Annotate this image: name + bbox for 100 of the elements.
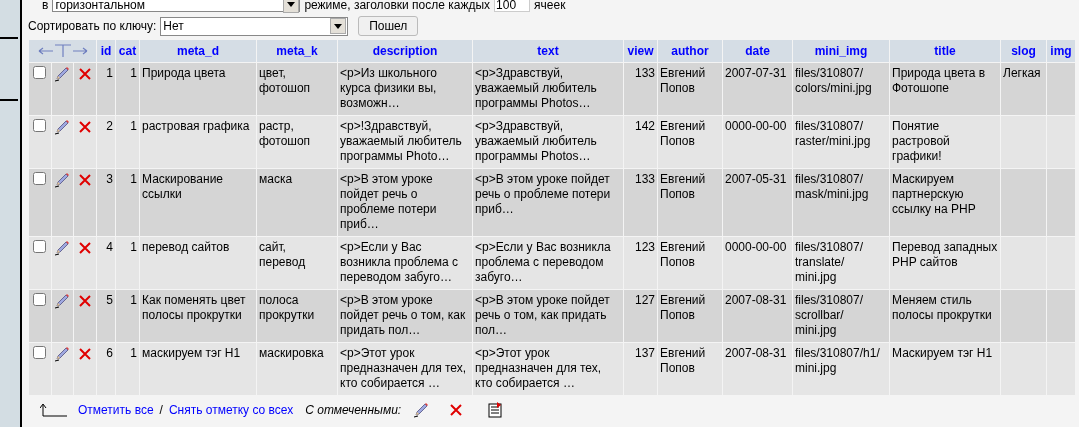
- table-cell: Маскирование ссылки: [140, 169, 256, 236]
- corner-arrow-icon: [40, 403, 68, 417]
- table-cell: 1: [97, 63, 115, 115]
- edit-icon[interactable]: [54, 66, 71, 82]
- table-cell: 2007-05-31: [723, 169, 792, 236]
- column-header[interactable]: text: [473, 40, 623, 62]
- with-selected-label: С отмеченными:: [305, 402, 402, 419]
- column-header[interactable]: cat: [116, 40, 139, 62]
- table-cell: растр, фотошоп: [257, 116, 337, 168]
- delete-icon[interactable]: [78, 241, 93, 255]
- export-icon[interactable]: [487, 402, 504, 418]
- edit-icon[interactable]: [413, 402, 430, 418]
- row-checkbox[interactable]: [33, 172, 47, 185]
- column-header[interactable]: title: [890, 40, 1000, 62]
- dropdown-button[interactable]: [330, 18, 347, 34]
- table-cell: 137: [624, 343, 657, 395]
- edit-icon[interactable]: [54, 293, 71, 309]
- row-checkbox[interactable]: [33, 66, 47, 79]
- column-header[interactable]: author: [658, 40, 722, 62]
- table-cell: 1: [116, 290, 139, 342]
- table-cell: растровая графика: [140, 116, 256, 168]
- mode-select[interactable]: горизонтальном: [52, 0, 301, 12]
- row-checkbox[interactable]: [33, 240, 47, 253]
- column-arrows-icon: [37, 44, 88, 58]
- uncheck-all-link[interactable]: Снять отметку со всех: [168, 401, 294, 419]
- table-cell: 0000-00-00: [723, 237, 792, 289]
- table-cell: <p>В этом уроке пойдет речь о проблеме потери приб…: [473, 169, 623, 236]
- caret-icon: [287, 2, 296, 7]
- table-cell: Перевод западных PHP сайтов: [890, 237, 1000, 289]
- delete-icon[interactable]: [78, 120, 93, 134]
- delete-icon[interactable]: [449, 403, 464, 417]
- edit-icon[interactable]: [54, 172, 71, 188]
- table-cell: 4: [97, 237, 115, 289]
- check-all-link[interactable]: Отметить все: [78, 401, 154, 419]
- table-cell: 1: [116, 63, 139, 115]
- table-cell: <p>Из школьного курса физики вы, возможн…: [338, 63, 472, 115]
- column-header[interactable]: meta_k: [257, 40, 337, 62]
- table-cell: files/310807/ translate/ mini.jpg: [793, 237, 889, 289]
- table-cell: 6: [97, 343, 115, 395]
- table-cell: <p>Этот урок предназначен для тех, кто собирается …: [338, 343, 472, 395]
- table-cell: 133: [624, 169, 657, 236]
- edit-icon[interactable]: [54, 346, 71, 362]
- column-header[interactable]: meta_d: [140, 40, 256, 62]
- table-cell: 2: [97, 116, 115, 168]
- table-cell: files/310807/ scrollbar/ mini.jpg: [793, 290, 889, 342]
- table-cell: Как поменять цвет полосы прокрутки: [140, 290, 256, 342]
- table-cell: 1: [116, 237, 139, 289]
- delete-icon[interactable]: [78, 173, 93, 187]
- table-cell: Евгений Попов: [658, 169, 722, 236]
- go-button[interactable]: Пошел: [358, 16, 419, 36]
- edit-icon[interactable]: [54, 240, 71, 256]
- table-cell: 1: [116, 169, 139, 236]
- delete-icon[interactable]: [78, 347, 93, 361]
- table-cell: маскируем тэг H1: [140, 343, 256, 395]
- table-cell: цвет, фотошоп: [257, 63, 337, 115]
- table-cell: Евгений Попов: [658, 290, 722, 342]
- table-cell: 5: [97, 290, 115, 342]
- table-cell: Природа цвета в Фотошопе: [890, 63, 1000, 115]
- column-header[interactable]: date: [723, 40, 792, 62]
- sort-select[interactable]: Нет: [160, 16, 349, 36]
- column-header[interactable]: slog: [1001, 40, 1046, 62]
- caret-icon: [334, 23, 343, 29]
- delete-icon[interactable]: [78, 67, 93, 81]
- repeat-text: ячеек: [534, 0, 566, 14]
- table-cell: 1: [116, 343, 139, 395]
- table-cell: Маскируем тэг H1: [890, 343, 1000, 395]
- table-cell: маскировка: [257, 343, 337, 395]
- row-checkbox[interactable]: [33, 119, 47, 132]
- table-cell: files/310807/ colors/mini.jpg: [793, 63, 889, 115]
- table-cell: <p>!Здравствуй, уважаемый любитель программы Photo…: [338, 116, 472, 168]
- table-cell: Евгений Попов: [658, 116, 722, 168]
- table-cell: <p>Если у Вас возникла проблема с переводом забуго…: [473, 237, 623, 289]
- table-cell: <p>В этом уроке пойдет речь о том, как придать пол…: [338, 290, 472, 342]
- table-cell: 2007-08-31: [723, 343, 792, 395]
- row-checkbox[interactable]: [33, 293, 47, 306]
- table-cell: сайт, перевод: [257, 237, 337, 289]
- table-cell: files/310807/h1/ mini.jpg: [793, 343, 889, 395]
- table-cell: 2007-08-31: [723, 290, 792, 342]
- column-header[interactable]: view: [624, 40, 657, 62]
- column-header[interactable]: mini_img: [793, 40, 889, 62]
- mode-text: режиме, заголовки после каждых: [304, 0, 491, 14]
- edit-icon[interactable]: [54, 119, 71, 135]
- repeat-field[interactable]: 100: [494, 0, 531, 12]
- column-header[interactable]: description: [338, 40, 472, 62]
- table-cell: Маскируем партнерскую ссылку на PHP: [890, 169, 1000, 236]
- delete-icon[interactable]: [78, 294, 93, 308]
- table-cell: 142: [624, 116, 657, 168]
- column-header[interactable]: img: [1047, 40, 1075, 62]
- table-cell: полоса прокрутки: [257, 290, 337, 342]
- table-cell: 123: [624, 237, 657, 289]
- sort-label: Сортировать по ключу:: [28, 18, 157, 35]
- row-checkbox[interactable]: [33, 346, 47, 359]
- column-header[interactable]: id: [97, 40, 115, 62]
- table-cell: <p>В этом уроке пойдет речь о проблеме потери приб…: [338, 169, 472, 236]
- table-cell: Понятие растровой графики!: [890, 116, 1000, 168]
- table-cell: маска: [257, 169, 337, 236]
- dropdown-button[interactable]: [283, 0, 300, 13]
- table-cell: <p>Если у Вас возникла проблема с переводом забуго…: [338, 237, 472, 289]
- table-cell: 1: [116, 116, 139, 168]
- table-cell: Евгений Попов: [658, 63, 722, 115]
